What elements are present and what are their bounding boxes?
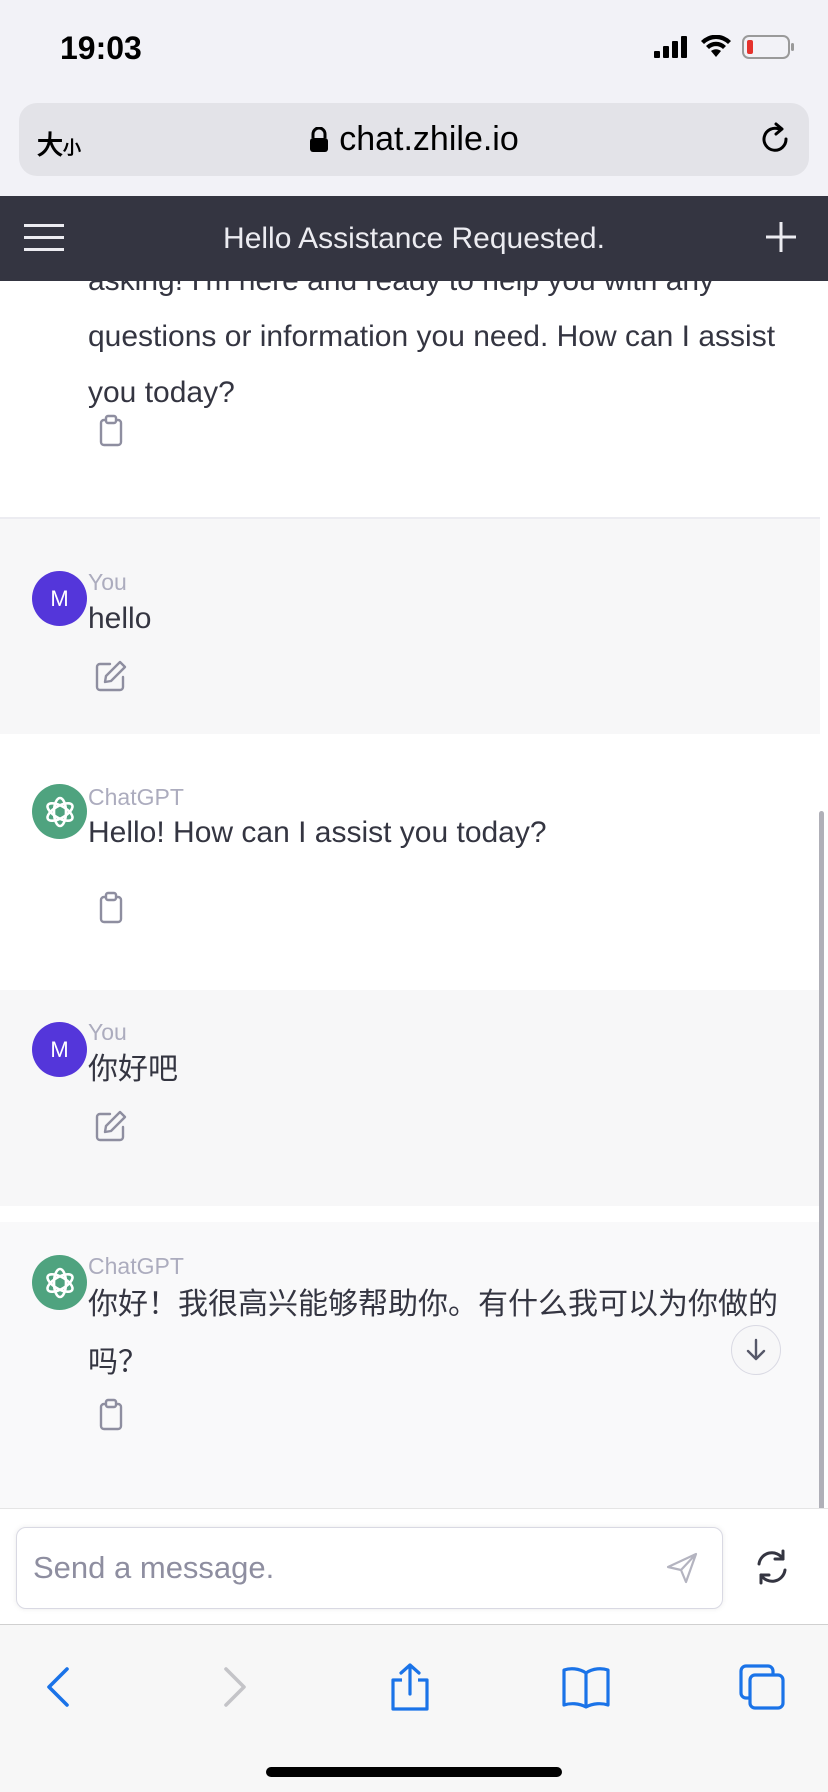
tabs-icon [739,1664,785,1710]
url-display[interactable]: chat.zhile.io [19,120,809,159]
back-icon [47,1667,69,1707]
message-text: 你好！我很高兴能够帮助你。有什么我可以为你做的吗？ [88,1288,778,1379]
home-indicator [266,1767,562,1777]
regenerate-icon[interactable] [752,1547,792,1587]
status-icons [654,34,796,60]
assistant-message: ChatGPT 你好！我很高兴能够帮助你。有什么我可以为你做的吗？ [0,1222,820,1508]
forward-button[interactable] [205,1657,265,1717]
lock-icon [310,126,329,152]
message-text: 你好吧 [88,1053,178,1086]
share-icon [391,1663,429,1711]
message-input-box[interactable] [16,1527,723,1609]
address-bar[interactable]: 大小 chat.zhile.io [19,103,809,176]
tabs-button[interactable] [732,1657,792,1717]
signal-icon [654,36,687,58]
status-time: 19:03 [60,30,142,66]
clipboard-icon[interactable] [94,891,128,925]
wifi-icon [701,35,731,57]
avatar: M [32,1022,87,1077]
bookmarks-icon [562,1667,610,1709]
user-message: M You hello [0,519,820,734]
assistant-message: asking! I'm here and ready to help you w… [0,281,820,517]
plus-icon[interactable] [764,220,798,254]
share-button[interactable] [380,1657,440,1717]
browser-toolbar [0,1624,828,1792]
openai-logo-icon [45,796,74,827]
arrow-down-icon [746,1338,766,1361]
url-text: chat.zhile.io [339,120,519,158]
bookmarks-button[interactable] [556,1657,616,1717]
back-button[interactable] [28,1657,88,1717]
edit-icon[interactable] [94,1109,128,1143]
composer [0,1508,828,1624]
clipboard-icon[interactable] [94,1398,128,1432]
battery-icon [742,35,794,59]
send-icon[interactable] [664,1550,700,1586]
message-input[interactable] [33,1546,633,1590]
openai-logo-icon [32,784,87,839]
browser-address-area: 大小 chat.zhile.io [0,100,828,195]
avatar: M [32,571,87,626]
openai-logo-icon [45,1267,74,1298]
edit-icon[interactable] [94,659,128,693]
message-divider [0,1206,820,1222]
message-text: hello [88,602,152,635]
message-list[interactable]: asking! I'm here and ready to help you w… [0,281,828,1508]
message-text: Hello! How can I assist you today? [88,816,547,849]
scroll-to-bottom-button[interactable] [731,1325,781,1375]
clipboard-icon[interactable] [94,414,128,448]
status-bar: 19:03 [0,0,828,100]
scrollbar[interactable] [819,811,824,1508]
chat-title: Hello Assistance Requested. [223,222,605,255]
message-text: asking! I'm here and ready to help you w… [88,281,776,409]
reload-icon[interactable] [757,121,793,157]
user-message: M You 你好吧 [0,990,820,1206]
chat-header: Hello Assistance Requested. [0,196,828,281]
assistant-message: ChatGPT Hello! How can I assist you toda… [0,734,820,990]
openai-logo-icon [32,1255,87,1310]
forward-icon [224,1667,246,1707]
